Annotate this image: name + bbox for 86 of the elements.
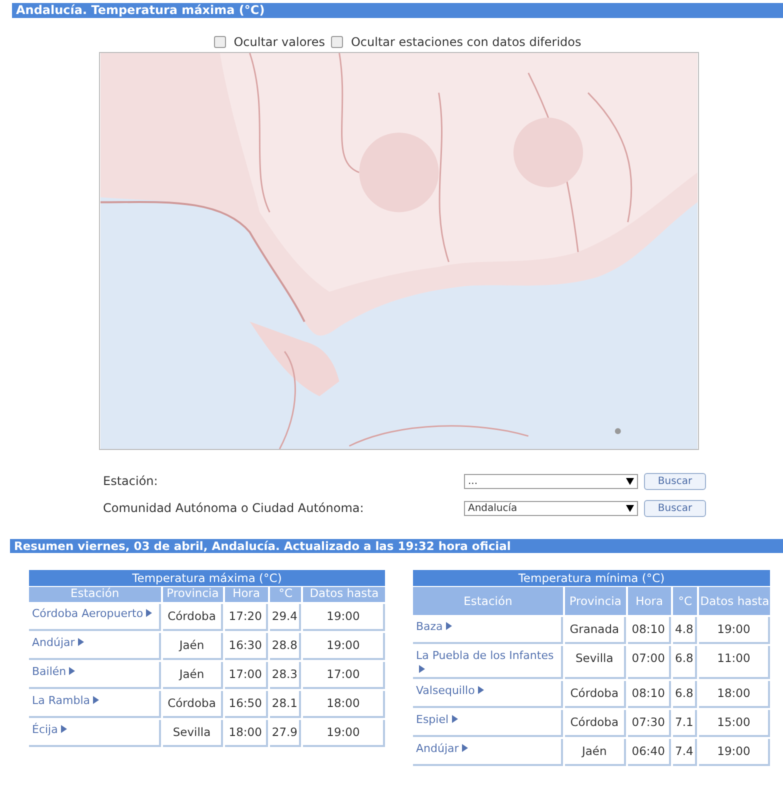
table-cell: 08:10 (628, 617, 671, 644)
table-cell: Sevilla (565, 646, 626, 679)
table-cell: 19:00 (303, 633, 385, 660)
table-cell: 07:30 (628, 710, 671, 737)
station-link[interactable]: La Rambla (32, 694, 156, 708)
table-cell: 6.8 (672, 646, 698, 679)
checkbox-label: Ocultar valores (234, 34, 325, 51)
caret-icon (446, 622, 452, 630)
caret-icon (452, 715, 458, 723)
table-cell: 28.1 (270, 691, 302, 718)
search-button[interactable]: Buscar (644, 472, 706, 490)
table-cell: 07:00 (628, 646, 671, 679)
table-cell: Córdoba (565, 710, 626, 737)
dropdown[interactable]: ... (464, 474, 638, 488)
table-cell: 29.4 (270, 604, 302, 631)
column-header: Hora (628, 587, 671, 615)
table-cell: Sevilla (162, 720, 223, 747)
table-cell: 17:20 (224, 604, 268, 631)
station-link[interactable]: Andújar (416, 742, 558, 756)
table-cell: 6.8 (672, 681, 698, 708)
dropdown-arrow-icon (626, 478, 634, 484)
column-header: Estación (413, 587, 563, 615)
table-cell: Jaén (565, 739, 626, 766)
column-header: Estación (29, 587, 161, 602)
station-link[interactable]: Valsequillo (416, 684, 558, 698)
table-cell: 17:00 (224, 662, 268, 689)
caret-icon (419, 665, 425, 673)
column-header: Provincia (564, 587, 626, 615)
table-cell: 7.4 (672, 739, 698, 766)
table-cell: 19:00 (303, 604, 385, 631)
table-cell: 19:00 (699, 739, 770, 766)
table-cell: Córdoba (162, 691, 223, 718)
checkbox-label: Ocultar estaciones con datos diferidos (350, 34, 582, 51)
dropdown[interactable]: Andalucía (464, 500, 638, 516)
caret-icon (60, 725, 67, 733)
table-cell: 18:00 (699, 681, 770, 708)
station-link[interactable]: La Puebla de los Infantes (416, 649, 558, 677)
station-link[interactable]: Écija (32, 723, 156, 737)
filter-label: Comunidad Autónoma o Ciudad Autónoma: (103, 500, 365, 517)
table-title: Temperatura mínima (°C) (413, 570, 770, 586)
table-cell: 18:00 (224, 720, 268, 747)
table-cell: Córdoba (162, 604, 223, 631)
table-cell: 06:40 (628, 739, 671, 766)
section-header: Andalucía. Temperatura máxima (°C) (12, 3, 783, 18)
caret-icon (69, 667, 76, 675)
caret-icon (478, 686, 484, 694)
station-link[interactable]: Córdoba Aeropuerto (32, 607, 156, 621)
table-cell: Granada (565, 617, 626, 644)
station-link[interactable]: Espiel (416, 713, 558, 727)
table-cell: 17:00 (303, 662, 385, 689)
station-link[interactable]: Andújar (32, 636, 156, 650)
column-header: Datos hasta (303, 587, 385, 602)
station-link[interactable]: Bailén (32, 665, 156, 679)
column-header: °C (270, 587, 302, 602)
caret-icon (78, 638, 84, 646)
column-header: Datos hasta (699, 587, 770, 615)
column-header: Hora (224, 587, 268, 602)
table-cell: 08:10 (628, 681, 671, 708)
dropdown-arrow-icon (626, 504, 634, 512)
table-cell: 28.8 (270, 633, 302, 660)
table-cell: Jaén (162, 662, 223, 689)
table-cell: 11:00 (699, 646, 770, 679)
caret-icon (93, 696, 100, 704)
search-button[interactable]: Buscar (644, 500, 706, 516)
table-cell: Córdoba (565, 681, 626, 708)
table-cell: 27.9 (270, 720, 302, 747)
table-cell: 16:50 (224, 691, 268, 718)
table-cell: 15:00 (699, 710, 770, 737)
table-cell: 19:00 (699, 617, 770, 644)
table-cell: Jaén (162, 633, 223, 660)
caret-icon (462, 744, 468, 752)
station-link[interactable]: Baza (416, 620, 558, 634)
column-header: Provincia (162, 587, 223, 602)
caret-icon (146, 609, 152, 617)
table-cell: 16:30 (224, 633, 268, 660)
table-cell: 7.1 (672, 710, 698, 737)
checkbox[interactable] (330, 36, 343, 48)
table-cell: 19:00 (303, 720, 385, 747)
column-header: °C (672, 587, 698, 615)
table-title: Temperatura máxima (°C) (29, 570, 385, 586)
summary-header: Resumen viernes, 03 de abril, Andalucía. Actualizado a las 19:32 hora oficial (10, 539, 783, 553)
checkbox[interactable] (214, 36, 226, 48)
filter-label: Estación: (103, 473, 159, 490)
table-cell: 4.8 (672, 617, 698, 644)
table-cell: 18:00 (303, 691, 385, 718)
table-cell: 28.3 (270, 662, 302, 689)
